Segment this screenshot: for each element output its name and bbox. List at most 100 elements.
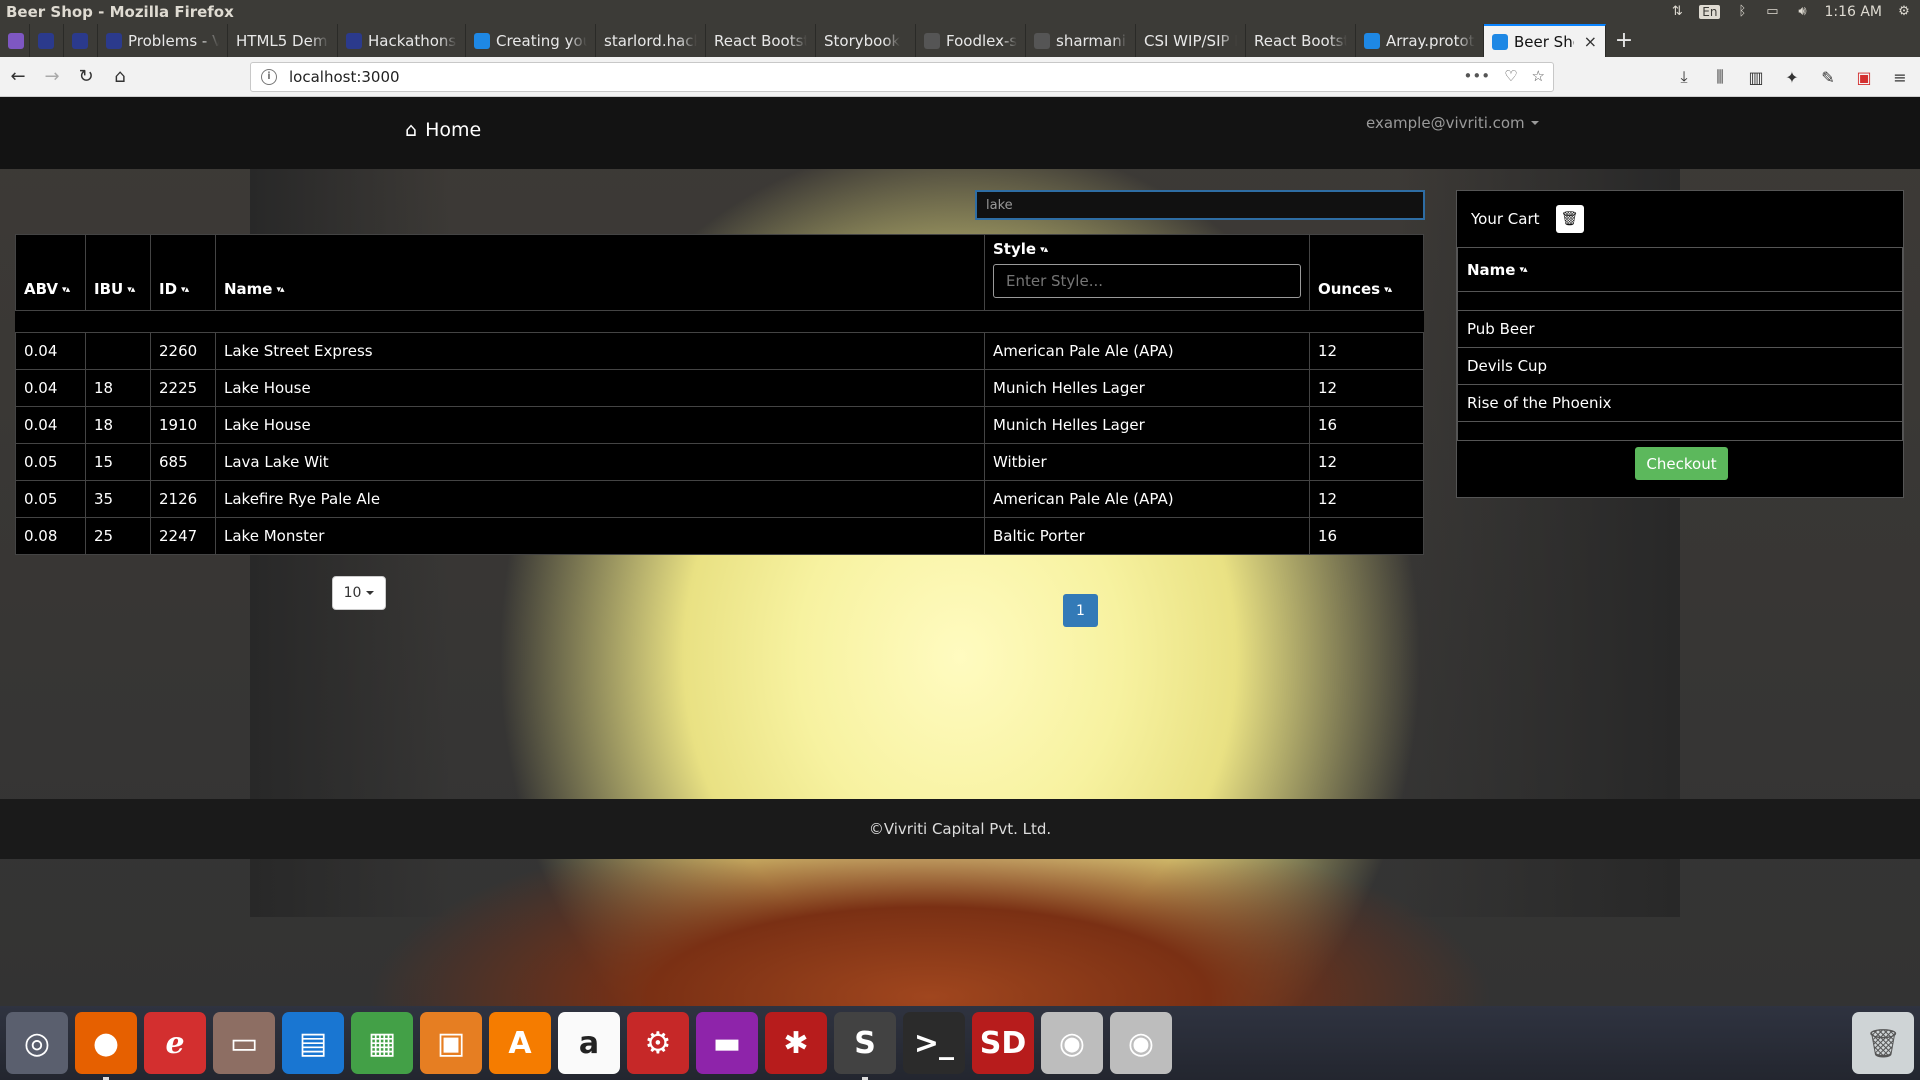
pagination-page-button[interactable]: 1 xyxy=(1063,594,1098,627)
docs-icon xyxy=(474,32,490,49)
page-size-dropdown[interactable]: 10 xyxy=(332,576,386,610)
sublime-text-icon[interactable]: S xyxy=(834,1012,896,1080)
firefox-icon[interactable]: ● xyxy=(75,1012,137,1080)
presentation-icon[interactable]: ▣ xyxy=(420,1012,482,1074)
table-row[interactable]: 0.04 18 2225 Lake House Munich Helles Lager 1… xyxy=(15,369,1424,407)
amazon-icon[interactable]: a xyxy=(558,1012,620,1074)
browser-tab[interactable]: Hackathons, I xyxy=(338,24,466,57)
bluetooth-icon[interactable]: ᛒ xyxy=(1734,5,1750,19)
drive-icon[interactable]: ◉ xyxy=(1110,1012,1172,1074)
battery-icon[interactable]: ▭ xyxy=(1764,5,1780,19)
search-input[interactable] xyxy=(975,190,1425,220)
browser-tab[interactable]: Storybook xyxy=(816,24,916,57)
spreadsheet-icon[interactable]: ▦ xyxy=(351,1012,413,1074)
sort-icon[interactable]: ▾▴ xyxy=(181,285,189,295)
browser-tab[interactable]: sharmanilay ( xyxy=(1026,24,1136,57)
forward-icon[interactable]: → xyxy=(36,61,68,93)
browser-tab-label: CSI WIP/SIP Porta xyxy=(1144,31,1237,50)
evolution-icon[interactable]: ℯ xyxy=(144,1012,206,1074)
browser-tab[interactable]: Problems - Vi xyxy=(98,24,228,57)
browser-tab[interactable]: React Bootstrap xyxy=(1246,24,1356,57)
home-icon[interactable]: ⌂ xyxy=(104,61,136,93)
home-link[interactable]: ⌂ Home xyxy=(405,119,481,141)
sort-icon[interactable]: ▾▴ xyxy=(127,285,135,295)
os-top-bar: Beer Shop - Mozilla Firefox ⇅ En ᛒ ▭ 🔊︎ … xyxy=(0,0,1920,24)
sidebar-icon[interactable]: ▥ xyxy=(1744,61,1768,93)
keyboard-layout[interactable]: En xyxy=(1699,5,1721,19)
cart-title: Your Cart xyxy=(1471,210,1540,228)
site-info-icon[interactable]: i xyxy=(261,69,277,85)
table-row[interactable]: 0.08 25 2247 Lake Monster Baltic Porter 16 xyxy=(15,517,1424,555)
terminal-icon[interactable]: >_ xyxy=(903,1012,965,1074)
browser-tab[interactable]: CSI WIP/SIP Porta xyxy=(1136,24,1246,57)
back-icon[interactable]: ← xyxy=(2,61,34,93)
cell-style: Witbier xyxy=(984,443,1310,481)
column-header-style[interactable]: Style ▾▴ xyxy=(984,234,1310,311)
browser-tab[interactable] xyxy=(64,24,98,57)
browser-tab[interactable]: Foodlex-site/ xyxy=(916,24,1026,57)
cell-ounces: 16 xyxy=(1309,517,1424,555)
browser-tab[interactable] xyxy=(0,24,30,57)
trash-icon[interactable]: 🗑︎ xyxy=(1852,1012,1914,1074)
browser-tab-active[interactable]: Beer Shop × xyxy=(1484,24,1606,57)
page-actions-icon[interactable]: ••• xyxy=(1464,67,1491,85)
column-header-abv[interactable]: ABV ▾▴ xyxy=(15,234,86,311)
column-header-id[interactable]: ID ▾▴ xyxy=(150,234,216,311)
browser-tab[interactable]: React Bootstrap xyxy=(706,24,816,57)
drive-icon[interactable]: ◉ xyxy=(1041,1012,1103,1074)
cart-item[interactable]: Pub Beer xyxy=(1457,310,1903,348)
style-filter-input[interactable] xyxy=(993,264,1301,298)
files-icon[interactable]: ▭ xyxy=(213,1012,275,1074)
sort-icon[interactable]: ▾▴ xyxy=(276,285,284,295)
column-header-ounces[interactable]: Ounces ▾▴ xyxy=(1309,234,1424,311)
sd-card-icon[interactable]: SD xyxy=(972,1012,1034,1074)
cart-item-name: Rise of the Phoenix xyxy=(1457,384,1903,422)
table-row[interactable]: 0.05 15 685 Lava Lake Wit Witbier 12 xyxy=(15,443,1424,481)
library-icon[interactable]: ⫼ xyxy=(1708,61,1732,93)
extension-icon[interactable]: ✦ xyxy=(1780,61,1804,93)
column-header-name[interactable]: Name ▾▴ xyxy=(215,234,985,311)
column-header-ibu[interactable]: IBU ▾▴ xyxy=(85,234,151,311)
browser-tab[interactable]: starlord.hackere xyxy=(596,24,706,57)
settings-icon[interactable]: ⚙ xyxy=(627,1012,689,1074)
url-text[interactable]: localhost:3000 xyxy=(289,68,400,86)
table-row[interactable]: 0.04 18 1910 Lake House Munich Helles Lager 1… xyxy=(15,406,1424,444)
close-icon[interactable]: × xyxy=(1584,32,1597,51)
checkout-button[interactable]: Checkout xyxy=(1635,447,1728,480)
reload-icon[interactable]: ↻ xyxy=(70,61,102,93)
volume-icon[interactable]: 🔊︎ xyxy=(1794,5,1810,19)
cart-item[interactable]: Devils Cup xyxy=(1457,347,1903,385)
extension-icon[interactable]: ▣ xyxy=(1852,61,1876,93)
browser-tab[interactable]: HTML5 Demo: St xyxy=(228,24,338,57)
ubuntu-dash-icon[interactable]: ◎ xyxy=(6,1012,68,1074)
software-center-icon[interactable]: A xyxy=(489,1012,551,1074)
sort-icon[interactable]: ▾▴ xyxy=(1040,245,1048,255)
user-menu[interactable]: example@vivriti.com xyxy=(1366,114,1539,132)
clock[interactable]: 1:16 AM xyxy=(1824,4,1882,20)
image-viewer-icon[interactable]: ▤ xyxy=(282,1012,344,1074)
browser-tab[interactable]: Creating your xyxy=(466,24,596,57)
new-tab-icon[interactable]: + xyxy=(1606,24,1642,57)
gear-icon[interactable]: ⚙ xyxy=(1896,5,1912,19)
cart-item[interactable]: Rise of the Phoenix xyxy=(1457,384,1903,422)
mdn-icon xyxy=(1364,32,1380,49)
menu-icon[interactable]: ≡ xyxy=(1888,61,1912,93)
cart-column-header-name[interactable]: Name ▾▴ xyxy=(1457,247,1903,292)
download-icon[interactable]: ⤓ xyxy=(1672,61,1696,93)
extension-icon[interactable]: ✎ xyxy=(1816,61,1840,93)
trash-icon[interactable]: 🗑︎ xyxy=(1555,205,1584,233)
browser-tab[interactable]: Array.prototy xyxy=(1356,24,1484,57)
window-app-icon[interactable]: ▬ xyxy=(696,1012,758,1074)
network-icon[interactable]: ⇅ xyxy=(1669,5,1685,19)
table-row[interactable]: 0.05 35 2126 Lakefire Rye Pale Ale American … xyxy=(15,480,1424,518)
pocket-icon[interactable]: ♡ xyxy=(1504,67,1517,85)
system-tray: ⇅ En ᛒ ▭ 🔊︎ 1:16 AM ⚙ xyxy=(1669,0,1912,24)
sort-icon[interactable]: ▾▴ xyxy=(1384,285,1392,295)
table-row[interactable]: 0.04 2260 Lake Street Express American Pale… xyxy=(15,332,1424,370)
sort-icon[interactable]: ▾▴ xyxy=(62,285,70,295)
bookmark-star-icon[interactable]: ☆ xyxy=(1532,67,1545,85)
sort-icon[interactable]: ▾▴ xyxy=(1519,265,1527,275)
spider-app-icon[interactable]: ✱ xyxy=(765,1012,827,1074)
browser-tab[interactable] xyxy=(30,24,64,57)
url-bar[interactable]: i localhost:3000 ••• ♡ ☆ xyxy=(250,62,1554,92)
